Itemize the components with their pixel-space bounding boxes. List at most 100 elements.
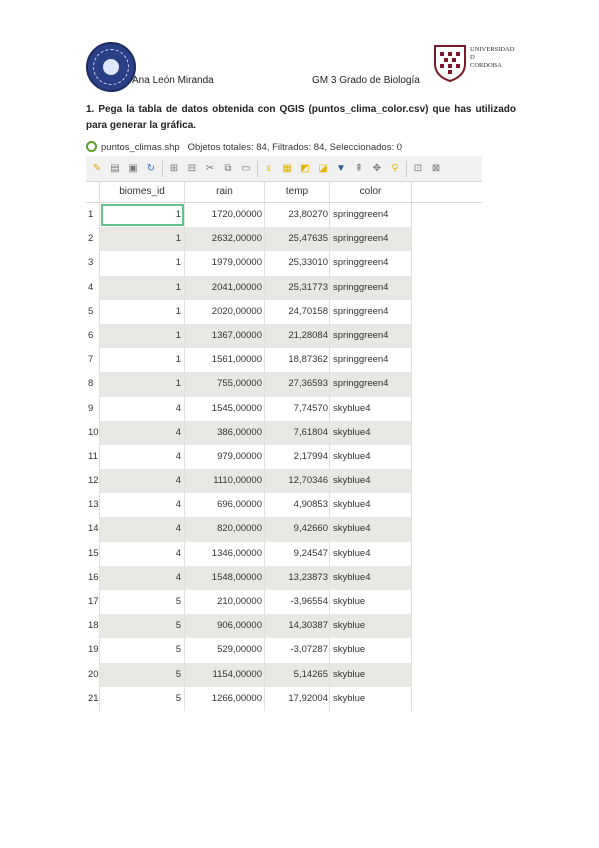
cell-color[interactable]: skyblue4 — [330, 493, 412, 518]
row-index[interactable]: 20 — [86, 662, 100, 687]
cell-color[interactable]: skyblue4 — [330, 444, 412, 470]
row-index[interactable]: 19 — [86, 638, 100, 663]
cell-rain[interactable]: 1154,00000 — [185, 662, 265, 687]
cell-rain[interactable]: 210,00000 — [185, 590, 265, 615]
cell-biomes-id[interactable]: 4 — [100, 493, 185, 518]
row-index[interactable]: 14 — [86, 517, 100, 542]
table-row[interactable]: 19 5 529,00000 -3,07287 skyblue — [86, 638, 482, 663]
cell-temp[interactable]: 25,47635 — [265, 227, 330, 252]
table-row[interactable]: 5 1 2020,00000 24,70158 springgreen4 — [86, 299, 482, 324]
row-index[interactable]: 4 — [86, 275, 100, 300]
cell-temp[interactable]: 9,24547 — [265, 541, 330, 566]
cell-biomes-id[interactable]: 5 — [100, 686, 185, 711]
table-row[interactable]: 3 1 1979,00000 25,33010 springgreen4 — [86, 251, 482, 276]
cell-color[interactable]: springgreen4 — [330, 299, 412, 324]
table-row[interactable]: 21 5 1266,00000 17,92004 skyblue — [86, 686, 482, 711]
column-header-temp[interactable]: temp — [265, 182, 330, 202]
cell-temp[interactable]: 2,17994 — [265, 444, 330, 470]
row-index[interactable]: 18 — [86, 614, 100, 639]
cell-biomes-id[interactable]: 4 — [100, 396, 185, 421]
cell-temp[interactable]: 14,30387 — [265, 614, 330, 639]
cell-color[interactable]: skyblue — [330, 686, 412, 711]
multi-edit-icon[interactable]: ▤ — [108, 162, 122, 176]
cell-temp[interactable]: -3,07287 — [265, 638, 330, 663]
cell-temp[interactable]: 9,42660 — [265, 517, 330, 542]
table-row[interactable]: 2 1 2632,00000 25,47635 springgreen4 — [86, 227, 482, 252]
cell-temp[interactable]: 21,28084 — [265, 323, 330, 349]
cell-biomes-id[interactable]: 4 — [100, 444, 185, 470]
cell-rain[interactable]: 1979,00000 — [185, 251, 265, 276]
cell-color[interactable]: springgreen4 — [330, 372, 412, 397]
cell-biomes-id[interactable]: 1 — [100, 323, 185, 349]
cell-biomes-id[interactable]: 1 — [100, 372, 185, 397]
cell-color[interactable]: skyblue — [330, 590, 412, 615]
cell-biomes-id[interactable]: 1 — [100, 275, 185, 300]
pan-to-selection-icon[interactable]: ✥ — [370, 162, 384, 176]
cell-rain[interactable]: 1110,00000 — [185, 469, 265, 494]
table-row[interactable]: 17 5 210,00000 -3,96554 skyblue — [86, 590, 482, 615]
table-row[interactable]: 14 4 820,00000 9,42660 skyblue4 — [86, 517, 482, 542]
cell-rain[interactable]: 386,00000 — [185, 420, 265, 445]
filter-icon[interactable]: ▼ — [334, 162, 348, 176]
row-index[interactable]: 2 — [86, 227, 100, 252]
reload-icon[interactable]: ↻ — [144, 162, 158, 176]
cell-color[interactable]: skyblue — [330, 662, 412, 687]
table-row[interactable]: 4 1 2041,00000 25,31773 springgreen4 — [86, 275, 482, 300]
row-index[interactable]: 17 — [86, 590, 100, 615]
cell-color[interactable]: skyblue — [330, 614, 412, 639]
cell-rain[interactable]: 2041,00000 — [185, 275, 265, 300]
save-edits-icon[interactable]: ▣ — [126, 162, 140, 176]
column-header-rain[interactable]: rain — [185, 182, 265, 202]
cell-temp[interactable]: 7,61804 — [265, 420, 330, 445]
cell-temp[interactable]: 18,87362 — [265, 348, 330, 373]
cell-rain[interactable]: 820,00000 — [185, 517, 265, 542]
row-index[interactable]: 9 — [86, 396, 100, 421]
row-index[interactable]: 1 — [86, 203, 100, 228]
select-all-icon[interactable]: ▦ — [280, 162, 294, 176]
row-index[interactable]: 11 — [86, 444, 100, 470]
delete-field-icon[interactable]: ⊠ — [429, 162, 443, 176]
table-row[interactable]: 18 5 906,00000 14,30387 skyblue — [86, 614, 482, 639]
cell-biomes-id[interactable]: 4 — [100, 469, 185, 494]
table-row[interactable]: 1 1 1720,00000 23,80270 springgreen4 — [86, 203, 482, 228]
cell-biomes-id[interactable]: 5 — [100, 590, 185, 615]
cell-rain[interactable]: 906,00000 — [185, 614, 265, 639]
row-index[interactable]: 16 — [86, 565, 100, 590]
cell-temp[interactable]: 25,33010 — [265, 251, 330, 276]
cell-temp[interactable]: 7,74570 — [265, 396, 330, 421]
cell-temp[interactable]: 4,90853 — [265, 493, 330, 518]
cell-color[interactable]: skyblue4 — [330, 469, 412, 494]
row-index[interactable]: 15 — [86, 541, 100, 566]
row-index[interactable]: 10 — [86, 420, 100, 445]
cell-temp[interactable]: 25,31773 — [265, 275, 330, 300]
row-index[interactable]: 5 — [86, 299, 100, 324]
table-row[interactable]: 15 4 1346,00000 9,24547 skyblue4 — [86, 541, 482, 566]
row-index[interactable]: 21 — [86, 686, 100, 711]
zoom-to-selection-icon[interactable]: ⚲ — [388, 162, 402, 176]
table-row[interactable]: 8 1 755,00000 27,36593 springgreen4 — [86, 372, 482, 397]
cell-temp[interactable]: -3,96554 — [265, 590, 330, 615]
table-row[interactable]: 13 4 696,00000 4,90853 skyblue4 — [86, 493, 482, 518]
cell-temp[interactable]: 12,70346 — [265, 469, 330, 494]
row-index[interactable]: 13 — [86, 493, 100, 518]
cell-rain[interactable]: 979,00000 — [185, 444, 265, 470]
row-index[interactable]: 3 — [86, 251, 100, 276]
paste-icon[interactable]: ▭ — [239, 162, 253, 176]
cell-rain[interactable]: 1548,00000 — [185, 565, 265, 590]
new-field-icon[interactable]: ⊡ — [411, 162, 425, 176]
cell-color[interactable]: skyblue4 — [330, 420, 412, 445]
cell-color[interactable]: springgreen4 — [330, 323, 412, 349]
table-row[interactable]: 9 4 1545,00000 7,74570 skyblue4 — [86, 396, 482, 421]
cell-biomes-id[interactable]: 1 — [100, 203, 185, 228]
cell-color[interactable]: springgreen4 — [330, 251, 412, 276]
table-row[interactable]: 11 4 979,00000 2,17994 skyblue4 — [86, 444, 482, 470]
cell-rain[interactable]: 1561,00000 — [185, 348, 265, 373]
cell-biomes-id[interactable]: 4 — [100, 565, 185, 590]
row-index[interactable]: 8 — [86, 372, 100, 397]
cell-rain[interactable]: 2020,00000 — [185, 299, 265, 324]
delete-feature-icon[interactable]: ⊟ — [185, 162, 199, 176]
cell-biomes-id[interactable]: 4 — [100, 420, 185, 445]
cell-temp[interactable]: 27,36593 — [265, 372, 330, 397]
cell-rain[interactable]: 1545,00000 — [185, 396, 265, 421]
cell-biomes-id[interactable]: 4 — [100, 517, 185, 542]
